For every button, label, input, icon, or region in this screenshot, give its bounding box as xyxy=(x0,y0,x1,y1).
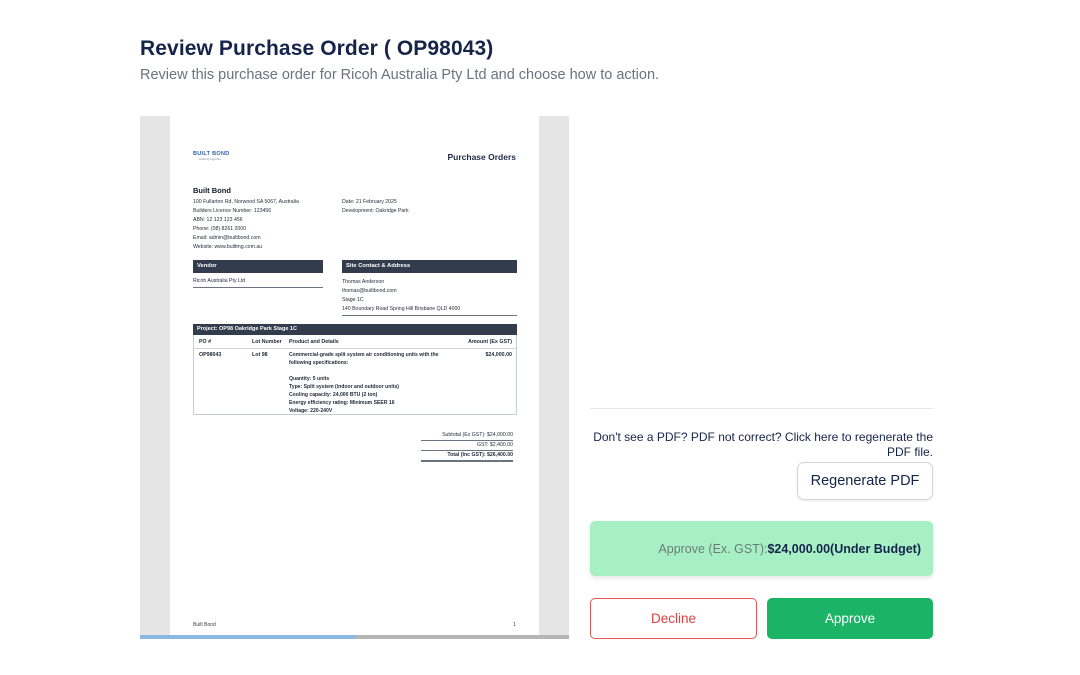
project-header: Project: OP98 Oakridge Park Stage 1C xyxy=(193,324,517,335)
pdf-scrollbar[interactable] xyxy=(140,635,569,639)
row-description: Commercial-grade split system air condit… xyxy=(289,351,464,415)
desc-line: Cooling capacity: 24,000 BTU (2 ton) xyxy=(289,392,378,398)
row-po: OP98043 xyxy=(199,352,222,358)
pdf-footer-company: Built Bond xyxy=(193,622,216,628)
site-contact-header: Site Contact & Address xyxy=(342,260,517,273)
desc-line: Commercial-grade split system air condit… xyxy=(289,352,439,358)
desc-line xyxy=(289,367,464,375)
order-development: Development: Oakridge Park xyxy=(342,208,409,214)
order-meta: Date: 21 February 2025 Development: Oakr… xyxy=(342,198,409,216)
budget-status: (Under Budget) xyxy=(830,541,921,556)
regenerate-note: Don't see a PDF? PDF not correct? Click … xyxy=(593,430,933,459)
logo-tagline: building together xyxy=(199,157,222,161)
company-address: 100 Fullarton Rd, Norwood SA 5067, Austr… xyxy=(193,199,299,205)
page-subtitle: Review this purchase order for Ricoh Aus… xyxy=(140,67,660,83)
company-email: Email: admin@builtbond.com xyxy=(193,235,261,241)
approve-amount-value: $24,000.00 xyxy=(767,541,831,556)
company-details: 100 Fullarton Rd, Norwood SA 5067, Austr… xyxy=(193,198,299,252)
desc-line: Type: Split system (indoor and outdoor u… xyxy=(289,384,399,390)
desc-line: following specifications: xyxy=(289,360,349,366)
line-items-table: PO # Lot Number Product and Details Amou… xyxy=(193,335,517,415)
site-contact-email: thomas@builtbond.com xyxy=(342,288,397,294)
desc-line: Voltage: 220-240V xyxy=(289,408,333,414)
approve-button[interactable]: Approve xyxy=(767,598,933,639)
order-date: Date: 21 February 2025 xyxy=(342,199,397,205)
company-logo: BUILT BOND building together xyxy=(193,151,230,161)
vendor-header: Vendor xyxy=(193,260,323,273)
company-abn: ABN: 12 123 123 456 xyxy=(193,217,243,223)
company-website: Website: www.builtmg.com.au xyxy=(193,244,263,250)
site-stage: Stage 1C xyxy=(342,297,364,303)
grand-total: Total (Inc GST): $26,400.00 xyxy=(421,451,513,462)
company-licence: Builders Licence Number: 123456 xyxy=(193,208,272,214)
regenerate-pdf-button[interactable]: Regenerate PDF xyxy=(797,462,933,500)
vendor-name: Ricoh Australia Pty Ltd xyxy=(193,278,323,288)
column-header-amount: Amount (Ex GST) xyxy=(468,339,512,345)
company-name: Built Bond xyxy=(193,186,231,195)
document-title: Purchase Orders xyxy=(447,152,516,162)
site-contact-details: Thomas Anderson thomas@builtbond.com Sta… xyxy=(342,278,517,316)
header-divider xyxy=(194,348,516,349)
approve-summary-banner: Approve (Ex. GST): $24,000.00 (Under Budge… xyxy=(590,521,933,576)
page-title: Review Purchase Order ( OP98043) xyxy=(140,37,494,60)
site-contact-name: Thomas Anderson xyxy=(342,279,385,285)
column-header-lot: Lot Number xyxy=(252,339,282,345)
column-header-product: Product and Details xyxy=(289,339,339,345)
company-phone: Phone: (08) 8261 2000 xyxy=(193,226,247,232)
site-address: 140 Boundary Road Spring Hill Brisbane Q… xyxy=(342,306,461,312)
pdf-viewer[interactable]: BUILT BOND building together Purchase Or… xyxy=(140,116,569,639)
desc-line: Energy efficiency rating: Minimum SEER 1… xyxy=(289,400,395,406)
desc-line: Quantity: 5 units xyxy=(289,376,330,382)
approve-amount-label: Approve (Ex. GST): xyxy=(658,541,768,556)
decline-button[interactable]: Decline xyxy=(590,598,757,639)
gst-total: GST: $2,400.00 xyxy=(421,441,513,451)
row-lot: Lot 98 xyxy=(252,352,268,358)
column-header-po: PO # xyxy=(199,339,212,345)
row-amount: $24,000.00 xyxy=(485,352,512,358)
pdf-page: BUILT BOND building together Purchase Or… xyxy=(170,116,539,635)
section-divider xyxy=(590,408,933,409)
pdf-scrollbar-thumb[interactable] xyxy=(140,635,355,639)
pdf-page-number: 1 xyxy=(513,622,516,628)
subtotal: Subtotal (Ex GST): $24,000.00 xyxy=(421,431,513,441)
